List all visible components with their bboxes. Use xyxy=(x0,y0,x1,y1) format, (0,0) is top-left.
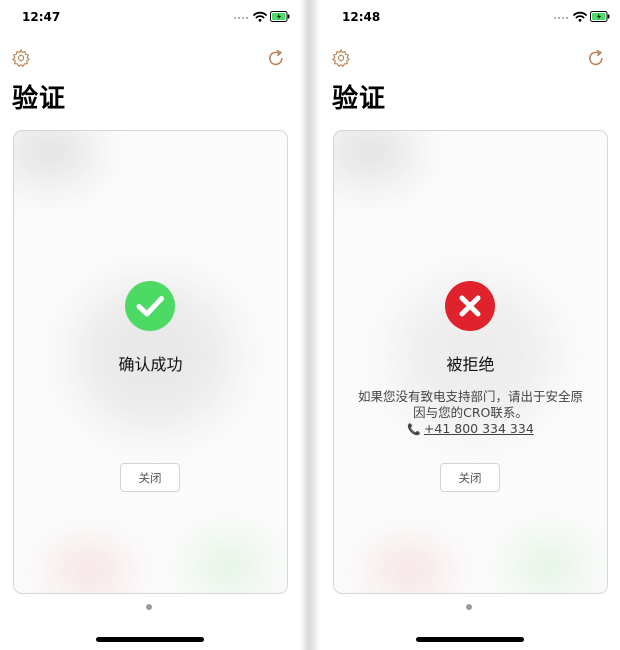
battery-icon xyxy=(270,11,290,22)
close-button[interactable]: 关闭 xyxy=(120,463,180,492)
support-phone-link[interactable]: +41 800 334 334 xyxy=(424,421,534,436)
status-icon-rejected xyxy=(445,281,495,331)
home-indicator[interactable] xyxy=(96,637,204,642)
verification-card: 被拒绝 如果您没有致电支持部门，请出于安全原因与您的CRO联系。 📞 +41 80… xyxy=(333,130,608,594)
support-phone-line: 📞 +41 800 334 334 xyxy=(334,421,607,436)
page-title: 验证 xyxy=(12,84,67,114)
close-button[interactable]: 关闭 xyxy=(440,463,500,492)
status-time: 12:48 xyxy=(342,10,381,24)
reload-icon[interactable] xyxy=(586,48,606,68)
status-title: 被拒绝 xyxy=(446,355,495,374)
status-title: 确认成功 xyxy=(118,355,183,374)
screenshot-canvas: 12:47 验证 确认成功 关闭 12:48 验证 被拒绝 如果您没有致电支持部… xyxy=(0,0,620,650)
settings-gear-icon[interactable] xyxy=(331,48,351,68)
wifi-icon xyxy=(253,11,267,22)
signal-icon xyxy=(234,17,248,19)
phone-screen-rejected: 12:48 验证 被拒绝 如果您没有致电支持部门，请出于安全原因与您的CRO联系… xyxy=(320,0,620,650)
phone-screen-success: 12:47 验证 确认成功 关闭 xyxy=(0,0,300,650)
settings-gear-icon[interactable] xyxy=(11,48,31,68)
wifi-icon xyxy=(573,11,587,22)
battery-icon xyxy=(590,11,610,22)
reload-icon[interactable] xyxy=(266,48,286,68)
phone-icon: 📞 xyxy=(407,423,421,436)
screen-divider xyxy=(300,0,320,650)
checkmark-icon xyxy=(136,296,164,317)
page-indicator-dot xyxy=(466,604,472,610)
page-title: 验证 xyxy=(332,84,387,114)
status-bar: 12:47 xyxy=(0,0,300,34)
signal-icon xyxy=(554,17,568,19)
status-bar: 12:48 xyxy=(320,0,620,34)
status-icon-success xyxy=(125,281,175,331)
cross-icon xyxy=(459,295,481,317)
verification-card: 确认成功 关闭 xyxy=(13,130,288,594)
home-indicator[interactable] xyxy=(416,637,524,642)
status-time: 12:47 xyxy=(22,10,61,24)
page-indicator-dot xyxy=(146,604,152,610)
status-message: 如果您没有致电支持部门，请出于安全原因与您的CRO联系。 xyxy=(357,389,583,420)
